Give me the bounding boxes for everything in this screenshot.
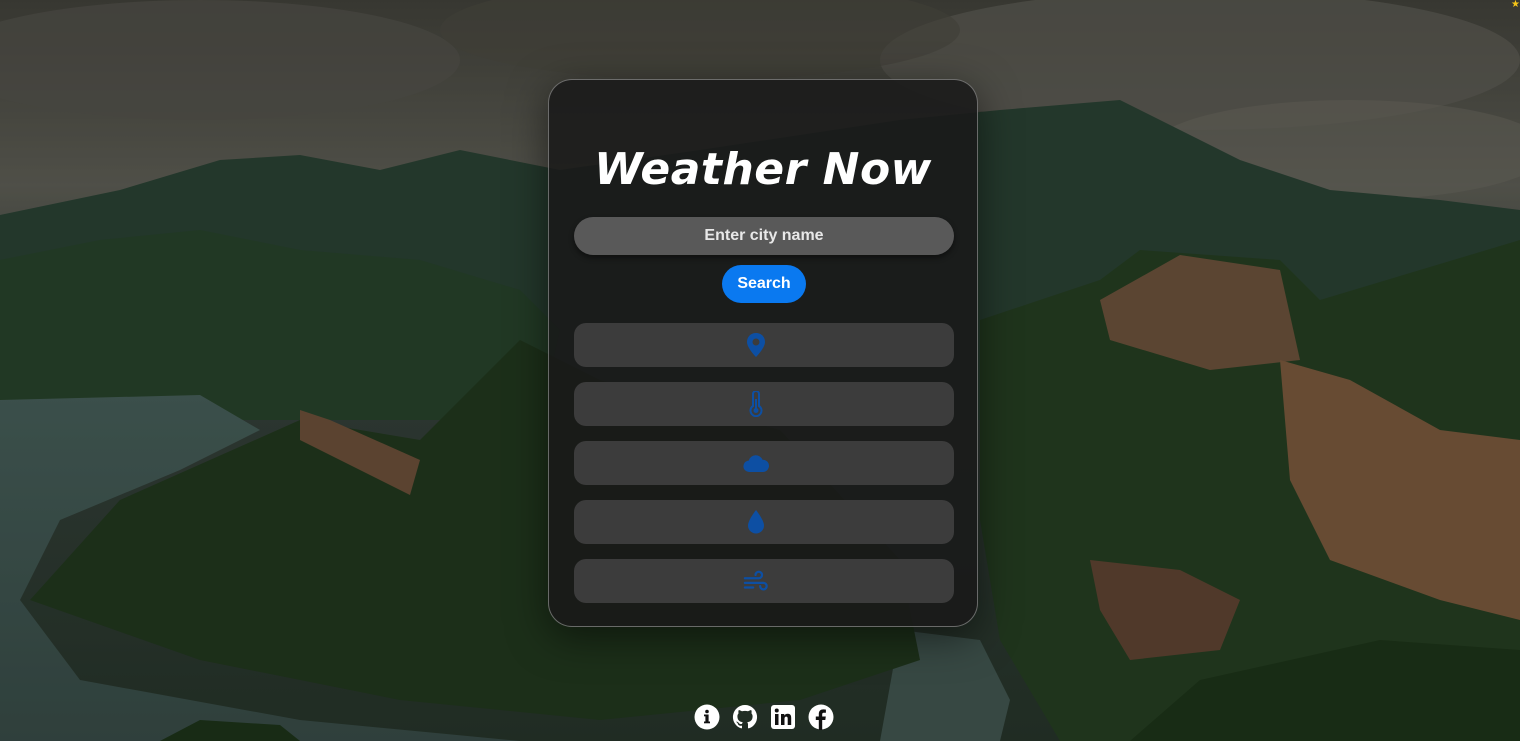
app-title: Weather Now [594,144,932,195]
condition-row [574,441,954,485]
facebook-icon[interactable] [808,704,834,730]
corner-star-icon: ★ [1511,0,1520,10]
thermometer-icon [743,391,769,417]
temperature-row [574,382,954,426]
info-icon[interactable] [694,704,720,730]
cloud-icon [743,450,769,476]
footer-links [694,704,834,730]
weather-card: Weather Now Search [548,79,978,627]
droplet-icon [743,509,769,535]
wind-row [574,559,954,603]
wind-icon [743,568,769,594]
city-search-input[interactable] [574,217,954,255]
location-pin-icon [743,332,769,358]
search-button[interactable]: Search [722,265,806,303]
humidity-row [574,500,954,544]
github-icon[interactable] [732,704,758,730]
linkedin-icon[interactable] [770,704,796,730]
location-row [574,323,954,367]
